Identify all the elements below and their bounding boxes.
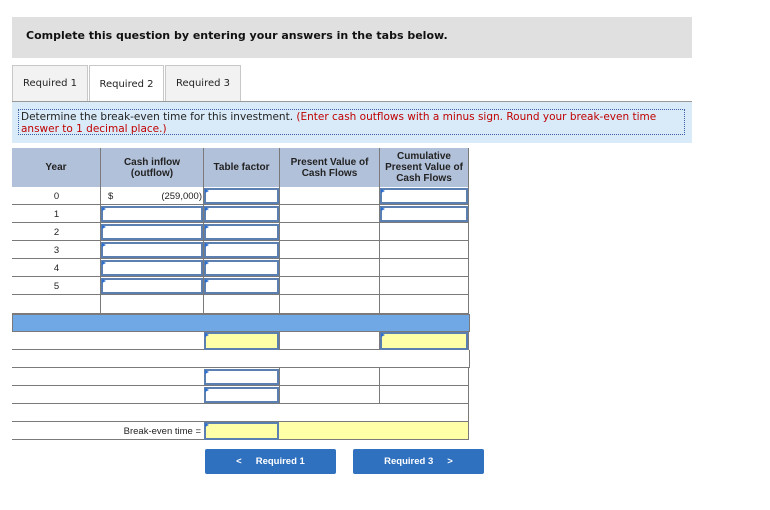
question-text: Determine the break-even time for this i… xyxy=(21,111,294,123)
year-cell: 3 xyxy=(53,244,60,256)
column-divider xyxy=(469,350,470,368)
header-cumulative-pv: Cumulative Present Value of Cash Flows xyxy=(380,148,469,187)
total-cumulative-input[interactable] xyxy=(380,332,468,350)
instruction-text: Complete this question by entering your … xyxy=(26,29,448,42)
column-divider xyxy=(379,368,380,404)
chevron-left-icon: < xyxy=(236,456,242,467)
next-required-button[interactable]: Required 3 > xyxy=(353,449,484,474)
tab-required-3[interactable]: Required 3 xyxy=(165,65,241,101)
instruction-banner: Complete this question by entering your … xyxy=(12,17,692,58)
column-divider xyxy=(279,332,280,350)
total-table-factor-input[interactable] xyxy=(204,332,279,350)
break-even-unit-field xyxy=(279,422,468,439)
year-cell: 5 xyxy=(53,280,60,292)
prev-button-label: Required 1 xyxy=(255,456,305,467)
tab-required-1[interactable]: Required 1 xyxy=(12,65,88,101)
table-factor-input-year-2[interactable] xyxy=(204,224,279,240)
table-factor-input-year-5[interactable] xyxy=(204,278,279,294)
break-even-label: Break-even time = xyxy=(123,425,201,437)
section-highlight-bar xyxy=(12,314,470,332)
table-factor-input-year-4[interactable] xyxy=(204,260,279,276)
break-even-time-input[interactable] xyxy=(204,422,279,440)
question-text-box: Determine the break-even time for this i… xyxy=(18,109,685,135)
column-divider xyxy=(468,332,469,350)
table-factor-input-year-3[interactable] xyxy=(204,242,279,258)
year-cell: 2 xyxy=(53,226,60,238)
column-divider xyxy=(468,187,469,314)
column-divider xyxy=(279,187,280,314)
break-even-calc-input-2[interactable] xyxy=(204,387,279,403)
header-cash-inflow: Cash inflow (outflow) xyxy=(101,148,204,187)
chevron-right-icon: > xyxy=(447,456,453,467)
year-cell: 4 xyxy=(53,262,60,274)
header-table-factor: Table factor xyxy=(204,148,280,187)
header-year: Year xyxy=(12,148,101,187)
currency-symbol: $ xyxy=(108,190,114,202)
question-box: Determine the break-even time for this i… xyxy=(12,102,692,143)
header-right-border xyxy=(468,148,469,187)
cash-inflow-input-year-5[interactable] xyxy=(101,278,203,294)
cumulative-pv-input-year-0[interactable] xyxy=(380,188,468,204)
prev-required-button[interactable]: < Required 1 xyxy=(205,449,336,474)
next-button-label: Required 3 xyxy=(384,456,434,467)
table-row xyxy=(12,296,469,314)
cumulative-pv-input-year-1[interactable] xyxy=(380,206,468,222)
table-row xyxy=(12,350,470,368)
column-divider xyxy=(279,368,280,404)
tab-required-2[interactable]: Required 2 xyxy=(89,65,164,103)
cash-inflow-input-year-3[interactable] xyxy=(101,242,203,258)
table-row xyxy=(12,404,469,422)
year-cell: 1 xyxy=(53,208,60,220)
cash-inflow-input-year-4[interactable] xyxy=(101,260,203,276)
initial-investment-value: (259,000) xyxy=(161,190,202,202)
break-even-calc-input-1[interactable] xyxy=(204,369,279,385)
table-factor-input-year-1[interactable] xyxy=(204,206,279,222)
year-cell: 0 xyxy=(53,190,60,202)
cash-inflow-input-year-2[interactable] xyxy=(101,224,203,240)
table-factor-input-year-0[interactable] xyxy=(204,188,279,204)
header-present-value: Present Value of Cash Flows xyxy=(280,148,380,187)
cash-inflow-input-year-1[interactable] xyxy=(101,206,203,222)
